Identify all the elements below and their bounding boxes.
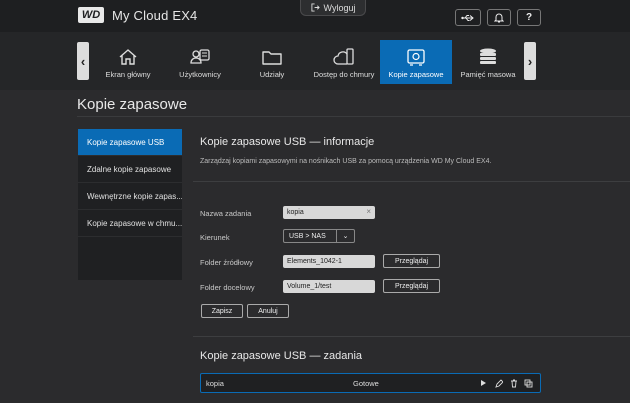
direction-value: USB > NAS: [289, 232, 326, 240]
divider: [77, 116, 630, 117]
nav-scroll-left-button[interactable]: ‹: [77, 42, 89, 80]
logout-label: Wyloguj: [323, 2, 356, 13]
tasks-section-title: Kopie zapasowe USB — zadania: [200, 350, 363, 362]
help-icon: ?: [525, 12, 533, 23]
destination-folder-input[interactable]: Volume_1/test: [283, 280, 375, 293]
details-icon[interactable]: [524, 378, 533, 388]
top-bar: WD My Cloud EX4 Wyloguj ?: [0, 0, 630, 32]
nav-item-label: Udziały: [259, 70, 285, 79]
edit-icon[interactable]: [494, 378, 503, 388]
cloud-icon: [333, 48, 354, 65]
save-button[interactable]: Zapisz: [201, 304, 243, 318]
nav-item-storage[interactable]: Pamięć masowa: [452, 40, 524, 84]
direction-label: Kierunek: [200, 233, 230, 242]
job-name-label: Nazwa zadania: [200, 209, 252, 218]
usb-icon: [461, 14, 474, 21]
nav-item-backups[interactable]: Kopie zapasowe: [380, 40, 452, 84]
task-name: kopia: [206, 379, 224, 388]
bell-icon: [494, 13, 504, 23]
wd-logo: WD: [78, 7, 104, 23]
info-section-title: Kopie zapasowe USB — informacje: [200, 136, 375, 148]
logout-button[interactable]: Wyloguj: [300, 0, 366, 16]
nav-item-cloud-access[interactable]: Dostęp do chmury: [308, 40, 380, 84]
nav-item-shares[interactable]: Udziały: [236, 40, 308, 84]
safe-icon: [407, 49, 425, 66]
sidebar-item-cloud-backups[interactable]: Kopie zapasowe w chmu...: [78, 210, 182, 237]
source-folder-input[interactable]: Elements_1042-1: [283, 255, 375, 268]
divider: [193, 181, 630, 182]
browse-source-button[interactable]: Przeglądaj: [383, 254, 440, 268]
sidebar-item-usb-backups[interactable]: Kopie zapasowe USB: [78, 129, 182, 156]
product-name: My Cloud EX4: [112, 7, 198, 23]
page-title: Kopie zapasowe: [77, 96, 188, 113]
help-button[interactable]: ?: [517, 9, 541, 26]
home-icon: [119, 49, 137, 65]
info-description: Zarządzaj kopiami zapasowymi na nośnikac…: [200, 158, 492, 165]
nav-item-label: Użytkownicy: [179, 70, 221, 79]
notifications-button[interactable]: [487, 9, 511, 26]
sidebar-item-internal-backups[interactable]: Wewnętrzne kopie zapas...: [78, 183, 182, 210]
storage-icon: [480, 48, 496, 64]
sidebar: Kopie zapasowe USB Zdalne kopie zapasowe…: [78, 129, 182, 280]
nav-item-label: Ekran główny: [105, 70, 151, 79]
play-icon[interactable]: [479, 378, 488, 388]
divider: [193, 336, 630, 337]
clear-icon[interactable]: ×: [366, 207, 371, 216]
nav-item-label: Pamięć masowa: [460, 70, 516, 79]
chevron-left-icon: ‹: [80, 53, 86, 69]
folder-icon: [262, 51, 282, 65]
cancel-button[interactable]: Anuluj: [247, 304, 289, 318]
source-folder-value: Elements_1042-1: [287, 258, 342, 265]
nav-item-label: Kopie zapasowe: [388, 70, 444, 79]
table-row[interactable]: kopia Gotowe: [200, 373, 541, 393]
source-folder-label: Folder źródłowy: [200, 258, 253, 267]
nav-item-label: Dostęp do chmury: [313, 70, 375, 79]
job-name-value: kopia: [287, 209, 304, 216]
task-status: Gotowe: [353, 379, 379, 388]
job-name-input[interactable]: kopia ×: [283, 206, 375, 219]
nav-item-users[interactable]: Użytkownicy: [164, 40, 236, 84]
chevron-down-icon: ⌄: [336, 230, 354, 242]
sidebar-item-remote-backups[interactable]: Zdalne kopie zapasowe: [78, 156, 182, 183]
chevron-right-icon: ›: [527, 53, 533, 69]
nav-scroll-right-button[interactable]: ›: [524, 42, 536, 80]
direction-select[interactable]: USB > NAS ⌄: [283, 229, 355, 243]
browse-destination-button[interactable]: Przeglądaj: [383, 279, 440, 293]
logo: WD My Cloud EX4: [78, 7, 198, 23]
destination-folder-value: Volume_1/test: [287, 283, 332, 290]
destination-folder-label: Folder docelowy: [200, 283, 255, 292]
logout-icon: [310, 3, 320, 12]
users-icon: [190, 49, 210, 64]
trash-icon[interactable]: [509, 378, 518, 388]
nav-item-home[interactable]: Ekran główny: [92, 40, 164, 84]
usb-button[interactable]: [455, 9, 481, 26]
